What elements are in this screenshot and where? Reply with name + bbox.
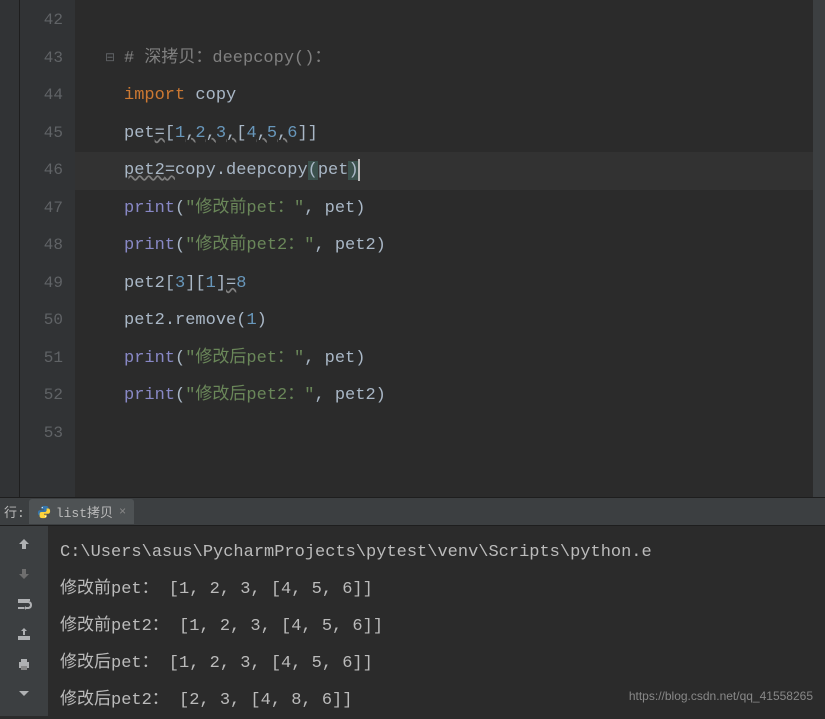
- run-panel: 行: list拷贝 × C:\Users\asus\PycharmProject…: [0, 497, 825, 715]
- scrollbar[interactable]: [813, 0, 825, 497]
- code-line[interactable]: [75, 2, 825, 40]
- line-number[interactable]: 52: [20, 377, 75, 415]
- up-arrow-icon[interactable]: [14, 534, 34, 554]
- code-line-print1[interactable]: print("修改前pet：", pet): [75, 190, 825, 228]
- code-line-print4[interactable]: print("修改后pet2：", pet2): [75, 377, 825, 415]
- line-number[interactable]: 45: [20, 115, 75, 153]
- tab-title: list拷贝: [56, 502, 113, 521]
- console-line: 修改前pet： [1, 2, 3, [4, 5, 6]]: [60, 571, 813, 608]
- code-line-comment[interactable]: ⊟# 深拷贝：deepcopy()：: [75, 40, 825, 78]
- console-line: C:\Users\asus\PycharmProjects\pytest\ven…: [60, 534, 813, 571]
- line-number[interactable]: 43: [20, 40, 75, 78]
- code-line-print2[interactable]: print("修改前pet2：", pet2): [75, 227, 825, 265]
- run-tab-bar: 行: list拷贝 ×: [0, 498, 825, 526]
- watermark: https://blog.csdn.net/qq_41558265: [629, 689, 813, 703]
- line-number[interactable]: 42: [20, 2, 75, 40]
- run-label: 行:: [4, 502, 25, 521]
- code-line-pet[interactable]: pet=[1,2,3,[4,5,6]]: [75, 115, 825, 153]
- code-line-print3[interactable]: print("修改后pet：", pet): [75, 340, 825, 378]
- console-toolbar: [0, 526, 48, 716]
- python-icon: [37, 505, 51, 519]
- console-line: 修改前pet2： [1, 2, 3, [4, 5, 6]]: [60, 608, 813, 645]
- line-number[interactable]: 51: [20, 340, 75, 378]
- code-line-remove[interactable]: pet2.remove(1): [75, 302, 825, 340]
- code-line-import[interactable]: import copy: [75, 77, 825, 115]
- cursor: [358, 159, 360, 181]
- gutter: 42 43 44 45 46 47 48 49 50 51 52 53: [20, 0, 75, 497]
- console-body: C:\Users\asus\PycharmProjects\pytest\ven…: [0, 526, 825, 716]
- run-tab[interactable]: list拷贝 ×: [29, 499, 134, 524]
- code-line[interactable]: [75, 415, 825, 453]
- line-number[interactable]: 53: [20, 415, 75, 453]
- code-area[interactable]: ⊟# 深拷贝：deepcopy()： import copy pet=[1,2,…: [75, 0, 825, 497]
- line-number[interactable]: 50: [20, 302, 75, 340]
- line-number[interactable]: 48: [20, 227, 75, 265]
- editor-area: 42 43 44 45 46 47 48 49 50 51 52 53 ⊟# 深…: [0, 0, 825, 497]
- code-line-pet2[interactable]: pet2=copy.deepcopy(pet): [75, 152, 825, 190]
- fold-icon[interactable]: ⊟: [105, 40, 115, 78]
- down-arrow-icon[interactable]: [14, 564, 34, 584]
- more-icon[interactable]: [14, 684, 34, 704]
- console-line: 修改后pet： [1, 2, 3, [4, 5, 6]]: [60, 645, 813, 682]
- export-icon[interactable]: [14, 624, 34, 644]
- print-icon[interactable]: [14, 654, 34, 674]
- console-output[interactable]: C:\Users\asus\PycharmProjects\pytest\ven…: [48, 526, 825, 716]
- line-number[interactable]: 44: [20, 77, 75, 115]
- wrap-icon[interactable]: [14, 594, 34, 614]
- line-number[interactable]: 47: [20, 190, 75, 228]
- line-number[interactable]: 49: [20, 265, 75, 303]
- line-number[interactable]: 46: [20, 152, 75, 190]
- close-icon[interactable]: ×: [119, 505, 126, 519]
- left-margin: [0, 0, 20, 497]
- code-line-index[interactable]: pet2[3][1]=8: [75, 265, 825, 303]
